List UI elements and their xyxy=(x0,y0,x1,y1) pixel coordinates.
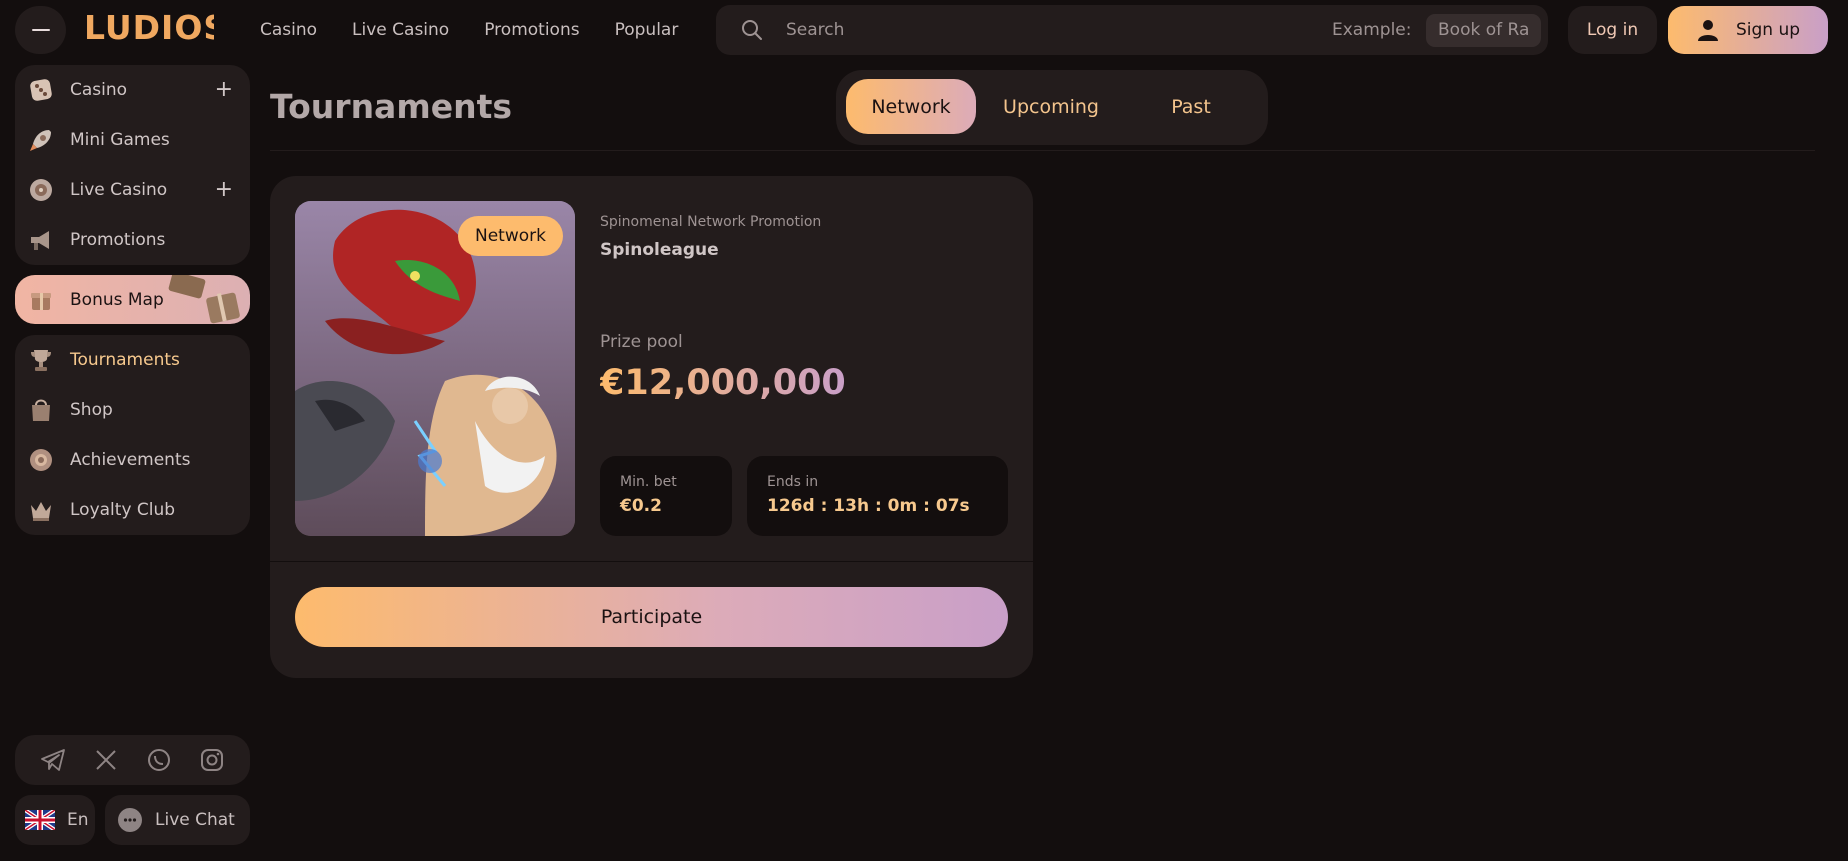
ends-in-box: Ends in 126d : 13h : 0m : 07s xyxy=(747,456,1008,536)
participate-button[interactable]: Participate xyxy=(295,587,1008,647)
sidebar-item-label: Bonus Map xyxy=(70,289,164,310)
roulette-icon xyxy=(30,179,52,201)
expand-icon[interactable]: + xyxy=(215,179,233,201)
sidebar-item-label: Loyalty Club xyxy=(70,500,176,520)
search-input[interactable] xyxy=(786,5,1306,55)
card-divider xyxy=(270,561,1033,562)
live-chat-label: Live Chat xyxy=(155,810,235,830)
login-button[interactable]: Log in xyxy=(1568,6,1657,54)
language-selector[interactable]: En xyxy=(15,795,95,845)
sidebar-item-promotions[interactable]: Promotions xyxy=(15,215,250,265)
gift-boxes-illustration xyxy=(168,275,240,324)
tournament-provider: Spinomenal Network Promotion xyxy=(600,214,822,230)
megaphone-icon xyxy=(31,231,49,250)
tournament-tabs: Network Upcoming Past xyxy=(836,70,1268,145)
min-bet-box: Min. bet €0.2 xyxy=(600,456,732,536)
top-header: LUDIOS Casino Live Casino Promotions Pop… xyxy=(0,0,1848,60)
signup-label: Sign up xyxy=(1735,20,1801,40)
tab-past[interactable]: Past xyxy=(1126,79,1256,134)
live-chat-button[interactable]: Live Chat xyxy=(105,795,250,845)
sidebar-item-casino[interactable]: Casino + xyxy=(15,65,250,115)
sidebar-item-tournaments[interactable]: Tournaments xyxy=(15,335,250,385)
shopping-bag-icon xyxy=(32,399,50,421)
rocket-icon xyxy=(30,130,51,151)
instagram-icon[interactable] xyxy=(197,745,227,775)
uk-flag-icon xyxy=(25,810,55,830)
sidebar-group-main: Casino + Mini Games Live Casino + Promot… xyxy=(15,65,250,265)
page-title: Tournaments xyxy=(270,87,513,126)
sidebar-item-achievements[interactable]: Achievements xyxy=(15,435,250,485)
language-label: En xyxy=(67,810,89,830)
user-icon xyxy=(1697,20,1718,41)
search-example-label: Example: xyxy=(1332,20,1412,40)
sidebar-item-label: Achievements xyxy=(70,450,191,470)
logo-mark: LUDIOS xyxy=(84,8,227,47)
tournament-name: Spinoleague xyxy=(600,240,719,260)
ludios-logo[interactable]: LUDIOS xyxy=(84,8,227,53)
sidebar-item-live-casino[interactable]: Live Casino + xyxy=(15,165,250,215)
sidebar-item-label: Live Casino xyxy=(70,180,168,200)
prize-pool-value: €12,000,000 xyxy=(600,363,846,403)
menu-icon xyxy=(31,29,50,31)
top-navigation: Casino Live Casino Promotions Popular xyxy=(260,0,713,60)
min-bet-label: Min. bet xyxy=(620,474,677,490)
crown-icon xyxy=(31,502,51,521)
countdown-value: 126d : 13h : 0m : 07s xyxy=(767,496,970,516)
gift-icon xyxy=(31,292,51,310)
sidebar-item-label: Mini Games xyxy=(70,130,170,150)
sidebar-item-mini-games[interactable]: Mini Games xyxy=(15,115,250,165)
x-icon[interactable] xyxy=(91,745,121,775)
tab-upcoming[interactable]: Upcoming xyxy=(986,79,1116,134)
social-links xyxy=(15,735,250,785)
telegram-icon[interactable] xyxy=(38,745,68,775)
sidebar-item-bonus-map[interactable]: Bonus Map xyxy=(15,275,250,324)
menu-toggle-button[interactable] xyxy=(15,6,66,54)
nav-promotions[interactable]: Promotions xyxy=(484,20,579,40)
search-bar: Example: Book of Ra xyxy=(716,5,1548,55)
sidebar-item-label: Casino xyxy=(70,80,128,100)
tournament-card: Network Spinomenal Network Promotion Spi… xyxy=(270,176,1033,678)
sidebar-group-secondary: Tournaments Shop Achievements Loyalty Cl… xyxy=(15,335,250,535)
chat-icon xyxy=(118,808,142,832)
sidebar-item-loyalty-club[interactable]: Loyalty Club xyxy=(15,485,250,535)
nav-live-casino[interactable]: Live Casino xyxy=(352,20,449,40)
ends-in-label: Ends in xyxy=(767,474,819,490)
sidebar-item-label: Promotions xyxy=(70,230,166,250)
expand-icon[interactable]: + xyxy=(215,79,233,101)
nav-popular[interactable]: Popular xyxy=(615,20,679,40)
prize-pool-label: Prize pool xyxy=(600,332,683,352)
svg-text:LUDIOS: LUDIOS xyxy=(84,10,214,44)
search-icon xyxy=(742,20,762,40)
sidebar-item-label: Tournaments xyxy=(70,350,180,370)
search-example-chip[interactable]: Book of Ra xyxy=(1426,14,1542,47)
min-bet-value: €0.2 xyxy=(620,496,662,516)
network-badge: Network xyxy=(458,216,563,256)
trophy-icon xyxy=(31,350,51,371)
nav-casino[interactable]: Casino xyxy=(260,20,317,40)
dice-icon xyxy=(30,79,52,101)
whatsapp-icon[interactable] xyxy=(144,745,174,775)
tab-network[interactable]: Network xyxy=(846,79,976,134)
sidebar-item-label: Shop xyxy=(70,400,113,420)
header-divider xyxy=(270,150,1815,151)
signup-button[interactable]: Sign up xyxy=(1668,6,1828,54)
badge-icon xyxy=(30,449,52,471)
sidebar-item-shop[interactable]: Shop xyxy=(15,385,250,435)
